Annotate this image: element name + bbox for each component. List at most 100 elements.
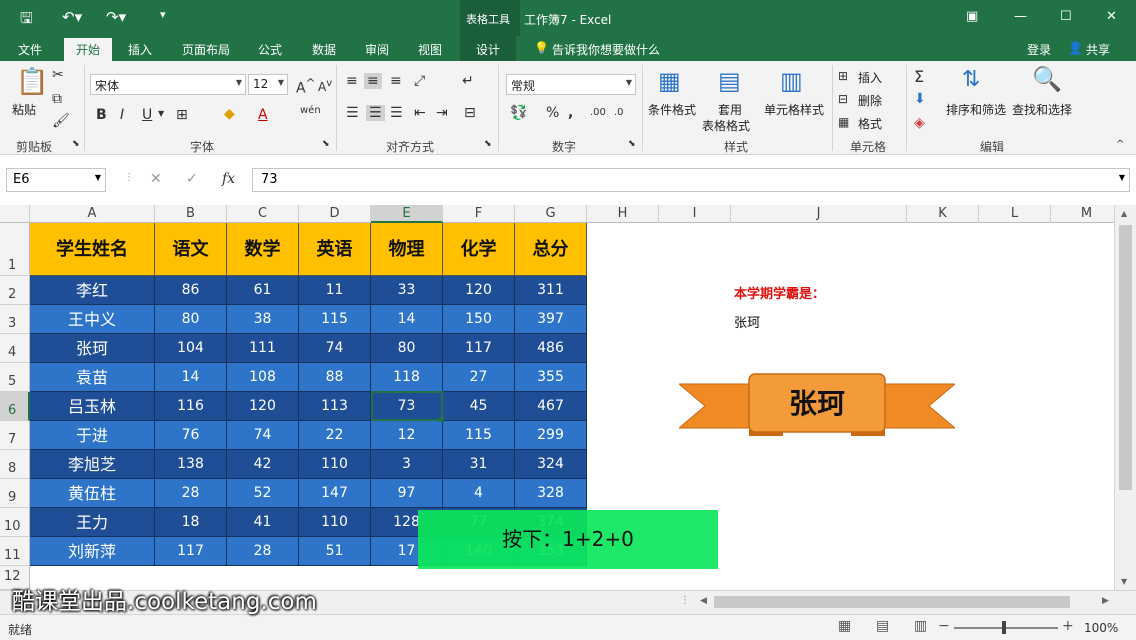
table-cell[interactable]: 486 — [515, 334, 587, 363]
row-header[interactable]: 8 — [0, 450, 30, 479]
save-icon[interactable]: 🖫 — [20, 8, 33, 33]
row-header[interactable]: 9 — [0, 479, 30, 508]
comma-style-icon[interactable]: , — [568, 105, 573, 121]
font-name-select[interactable]: 宋体 ▼ — [90, 74, 246, 95]
column-header-j[interactable]: J — [731, 205, 907, 223]
table-cell[interactable]: 4 — [443, 479, 515, 508]
vertical-scrollbar[interactable]: ▲ ▼ — [1114, 205, 1136, 590]
decrease-indent-icon[interactable]: ⇤ — [414, 105, 426, 121]
sign-in-link[interactable]: 登录 — [1027, 41, 1051, 58]
column-header-i[interactable]: I — [659, 205, 731, 223]
normal-view-icon[interactable]: ▦ — [838, 618, 851, 634]
column-header-a[interactable]: A — [30, 205, 155, 223]
scroll-up-icon[interactable]: ▲ — [1121, 209, 1127, 218]
horizontal-scroll-thumb[interactable] — [714, 596, 1070, 608]
customize-qat-icon[interactable]: ▾ — [160, 8, 166, 21]
table-cell[interactable]: 88 — [299, 363, 371, 392]
table-cell[interactable]: 41 — [227, 508, 299, 537]
table-cell[interactable]: 51 — [299, 537, 371, 566]
zoom-level[interactable]: 100% — [1084, 621, 1118, 635]
format-as-table-button-line2[interactable]: 表格格式 — [702, 117, 750, 134]
align-bottom-icon[interactable]: ≡ — [390, 73, 402, 89]
redo-icon[interactable]: ↷▾ — [106, 8, 126, 26]
table-cell[interactable]: 38 — [227, 305, 299, 334]
phonetic-icon[interactable]: wén — [300, 105, 321, 116]
table-cell[interactable]: 115 — [443, 421, 515, 450]
table-cell[interactable]: 110 — [299, 508, 371, 537]
chevron-down-icon[interactable]: ▼ — [158, 109, 164, 118]
table-cell[interactable]: 42 — [227, 450, 299, 479]
table-cell[interactable]: 27 — [443, 363, 515, 392]
paste-button[interactable]: 粘贴 — [12, 101, 36, 118]
table-cell[interactable]: 299 — [515, 421, 587, 450]
header-cell[interactable]: 学生姓名 — [30, 223, 155, 276]
column-header-m[interactable]: M — [1051, 205, 1114, 223]
header-cell[interactable]: 物理 — [371, 223, 443, 276]
insert-function-icon[interactable]: fx — [222, 171, 235, 187]
column-header-d[interactable]: D — [299, 205, 371, 223]
bold-icon[interactable]: B — [96, 107, 107, 123]
clipboard-launcher-icon[interactable]: ⬊ — [72, 139, 80, 149]
select-all-corner[interactable] — [0, 205, 30, 223]
undo-icon[interactable]: ↶▾ — [62, 8, 82, 26]
table-cell[interactable]: 28 — [155, 479, 227, 508]
row-header[interactable]: 2 — [0, 276, 30, 305]
table-cell[interactable]: 117 — [443, 334, 515, 363]
column-header-e[interactable]: E — [371, 205, 443, 223]
percent-icon[interactable]: % — [546, 105, 559, 121]
table-cell[interactable]: 王力 — [30, 508, 155, 537]
table-cell[interactable]: 104 — [155, 334, 227, 363]
header-cell[interactable]: 英语 — [299, 223, 371, 276]
find-select-button[interactable]: 查找和选择 — [1012, 101, 1072, 118]
table-cell[interactable]: 80 — [155, 305, 227, 334]
align-right-icon[interactable]: ☰ — [390, 105, 403, 121]
header-cell[interactable]: 化学 — [443, 223, 515, 276]
table-cell[interactable]: 120 — [227, 392, 299, 421]
page-layout-view-icon[interactable]: ▤ — [876, 618, 889, 634]
tab-insert[interactable]: 插入 — [128, 41, 152, 58]
zoom-slider[interactable] — [954, 627, 1058, 629]
merge-center-icon[interactable]: ⊟ — [464, 105, 476, 121]
table-cell[interactable]: 18 — [155, 508, 227, 537]
align-middle-icon[interactable]: ≡ — [364, 73, 382, 89]
alignment-launcher-icon[interactable]: ⬊ — [484, 139, 492, 149]
table-cell[interactable]: 311 — [515, 276, 587, 305]
number-format-select[interactable]: 常规 ▼ — [506, 74, 636, 95]
table-cell[interactable]: 80 — [371, 334, 443, 363]
table-cell[interactable]: 86 — [155, 276, 227, 305]
table-cell[interactable]: 76 — [155, 421, 227, 450]
increase-font-icon[interactable]: A^ — [296, 76, 315, 97]
formula-input[interactable]: 73 ▼ — [252, 168, 1130, 192]
table-cell[interactable]: 118 — [371, 363, 443, 392]
table-cell[interactable]: 138 — [155, 450, 227, 479]
header-cell[interactable]: 语文 — [155, 223, 227, 276]
table-cell[interactable]: 33 — [371, 276, 443, 305]
table-cell[interactable]: 于进 — [30, 421, 155, 450]
minimize-icon[interactable]: — — [1014, 9, 1027, 24]
tab-review[interactable]: 审阅 — [365, 41, 389, 58]
row-header[interactable]: 5 — [0, 363, 30, 392]
tell-me-box[interactable]: 告诉我你想要做什么 — [552, 41, 660, 58]
vertical-scroll-thumb[interactable] — [1119, 225, 1132, 490]
column-header-g[interactable]: G — [515, 205, 587, 223]
table-cell[interactable]: 14 — [155, 363, 227, 392]
cancel-icon[interactable]: ✕ — [150, 171, 162, 187]
table-cell[interactable]: 74 — [299, 334, 371, 363]
tab-view[interactable]: 视图 — [418, 41, 442, 58]
format-cells-button[interactable]: 格式 — [858, 115, 882, 132]
table-cell[interactable]: 115 — [299, 305, 371, 334]
fill-color-icon[interactable]: ◆ — [224, 106, 235, 122]
column-header-b[interactable]: B — [155, 205, 227, 223]
tab-home[interactable]: 开始 — [64, 38, 113, 61]
table-cell[interactable]: 113 — [299, 392, 371, 421]
align-left-icon[interactable]: ☰ — [346, 105, 359, 121]
insert-cells-button[interactable]: 插入 — [858, 69, 882, 86]
table-cell[interactable]: 117 — [155, 537, 227, 566]
cut-icon[interactable]: ✂ — [52, 67, 64, 83]
underline-icon[interactable]: U — [142, 107, 152, 123]
table-cell[interactable]: 吕玉林 — [30, 392, 155, 421]
scroll-down-icon[interactable]: ▼ — [1121, 577, 1127, 586]
header-cell[interactable]: 总分 — [515, 223, 587, 276]
ribbon-display-icon[interactable]: ▣ — [966, 9, 978, 24]
clear-icon[interactable]: ◈ — [914, 115, 925, 131]
